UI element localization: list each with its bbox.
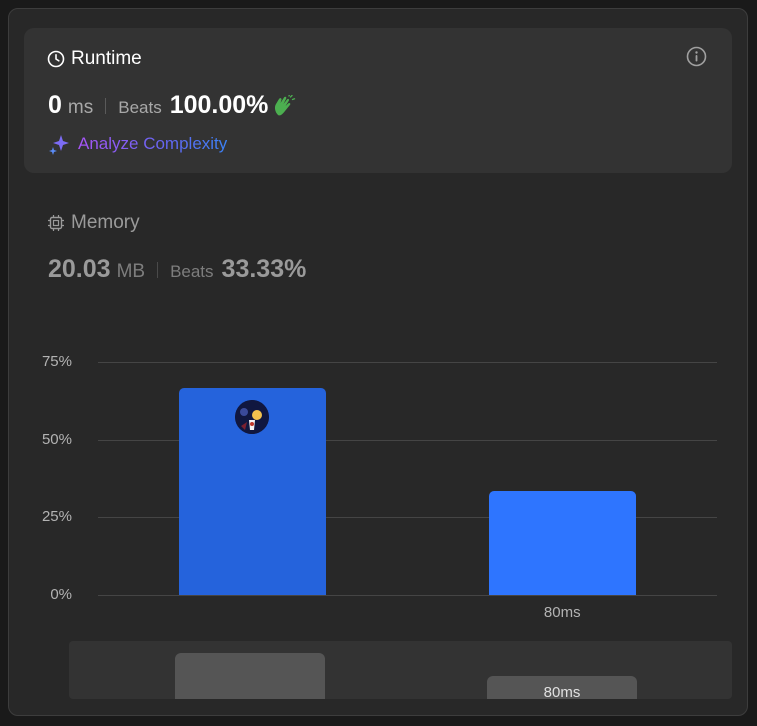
gridline <box>98 595 717 596</box>
chart-bar[interactable] <box>488 491 636 595</box>
scroller-label: 80ms <box>543 684 581 699</box>
y-tick-label: 75% <box>41 353 72 370</box>
memory-distribution-chart: 75% 50% 25% 0% 80ms <box>0 0 757 726</box>
user-avatar <box>235 399 270 434</box>
y-tick-label: 25% <box>41 508 72 526</box>
y-tick-label: 50% <box>41 430 72 448</box>
chart-range-scroller[interactable]: 80ms <box>69 641 732 699</box>
x-tick-label: 80ms <box>543 604 581 621</box>
scroller-bar <box>175 653 325 699</box>
y-tick-label: 0% <box>50 586 72 603</box>
gridline <box>98 362 717 363</box>
